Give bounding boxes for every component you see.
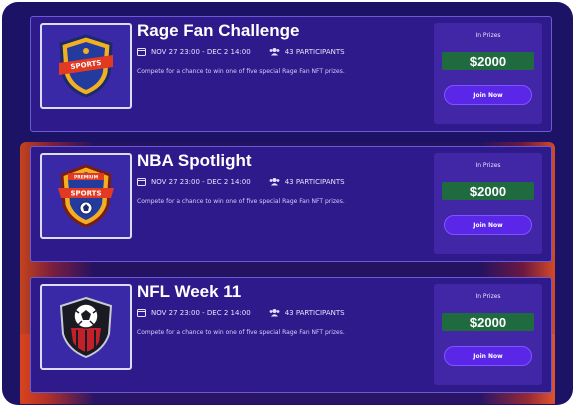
participants-icon xyxy=(269,48,280,56)
prize-panel: In Prizes $2000 Join Now xyxy=(434,153,542,254)
challenge-description: Compete for a chance to win one of five … xyxy=(137,198,345,205)
join-now-button[interactable]: Join Now xyxy=(444,346,532,366)
challenge-card[interactable]: SPORTS Rage Fan Challenge NOV 27 23:00 -… xyxy=(30,16,552,132)
challenge-thumbnail: PREMIUM SPORTS xyxy=(40,153,132,239)
challenge-title: Rage Fan Challenge xyxy=(137,21,300,40)
challenge-thumbnail: SPORTS xyxy=(40,23,132,109)
join-now-button[interactable]: Join Now xyxy=(444,85,532,105)
join-now-button[interactable]: Join Now xyxy=(444,215,532,235)
svg-text:SPORTS: SPORTS xyxy=(70,190,101,198)
challenge-description: Compete for a chance to win one of five … xyxy=(137,329,345,336)
challenge-meta: NOV 27 23:00 - DEC 2 14:00 43 PARTICIPAN… xyxy=(137,177,345,186)
soccer-ball-shield-icon xyxy=(59,296,113,359)
challenge-dates: NOV 27 23:00 - DEC 2 14:00 xyxy=(151,177,251,186)
prize-amount: $2000 xyxy=(442,52,534,70)
challenge-thumbnail xyxy=(40,284,132,370)
challenge-card[interactable]: PREMIUM SPORTS NBA Spotlight NOV 27 23:0… xyxy=(30,146,552,262)
challenge-dates: NOV 27 23:00 - DEC 2 14:00 xyxy=(151,47,251,56)
challenge-meta: NOV 27 23:00 - DEC 2 14:00 43 PARTICIPAN… xyxy=(137,47,345,56)
prize-amount: $2000 xyxy=(442,182,534,200)
prize-panel: In Prizes $2000 Join Now xyxy=(434,284,542,385)
premium-sports-badge-icon: PREMIUM SPORTS xyxy=(58,164,114,228)
svg-text:PREMIUM: PREMIUM xyxy=(74,175,99,181)
challenge-card[interactable]: NFL Week 11 NOV 27 23:00 - DEC 2 14:00 4… xyxy=(30,277,552,393)
prize-amount: $2000 xyxy=(442,313,534,331)
challenge-title: NFL Week 11 xyxy=(137,282,242,301)
participant-count: 43 PARTICIPANTS xyxy=(284,177,345,186)
prize-label: In Prizes xyxy=(475,293,501,300)
challenge-list-panel: SPORTS Rage Fan Challenge NOV 27 23:00 -… xyxy=(2,2,573,405)
participant-count: 43 PARTICIPANTS xyxy=(284,47,345,56)
calendar-icon xyxy=(137,178,146,186)
prize-panel: In Prizes $2000 Join Now xyxy=(434,23,542,124)
calendar-icon xyxy=(137,309,146,317)
participants-icon xyxy=(269,178,280,186)
participant-count: 43 PARTICIPANTS xyxy=(284,308,345,317)
challenge-title: NBA Spotlight xyxy=(137,151,252,170)
challenge-meta: NOV 27 23:00 - DEC 2 14:00 43 PARTICIPAN… xyxy=(137,308,345,317)
prize-label: In Prizes xyxy=(475,32,501,39)
participants-icon xyxy=(269,309,280,317)
prize-label: In Prizes xyxy=(475,162,501,169)
challenge-description: Compete for a chance to win one of five … xyxy=(137,68,345,75)
sports-shield-badge-icon: SPORTS xyxy=(59,34,113,98)
calendar-icon xyxy=(137,48,146,56)
challenge-dates: NOV 27 23:00 - DEC 2 14:00 xyxy=(151,308,251,317)
